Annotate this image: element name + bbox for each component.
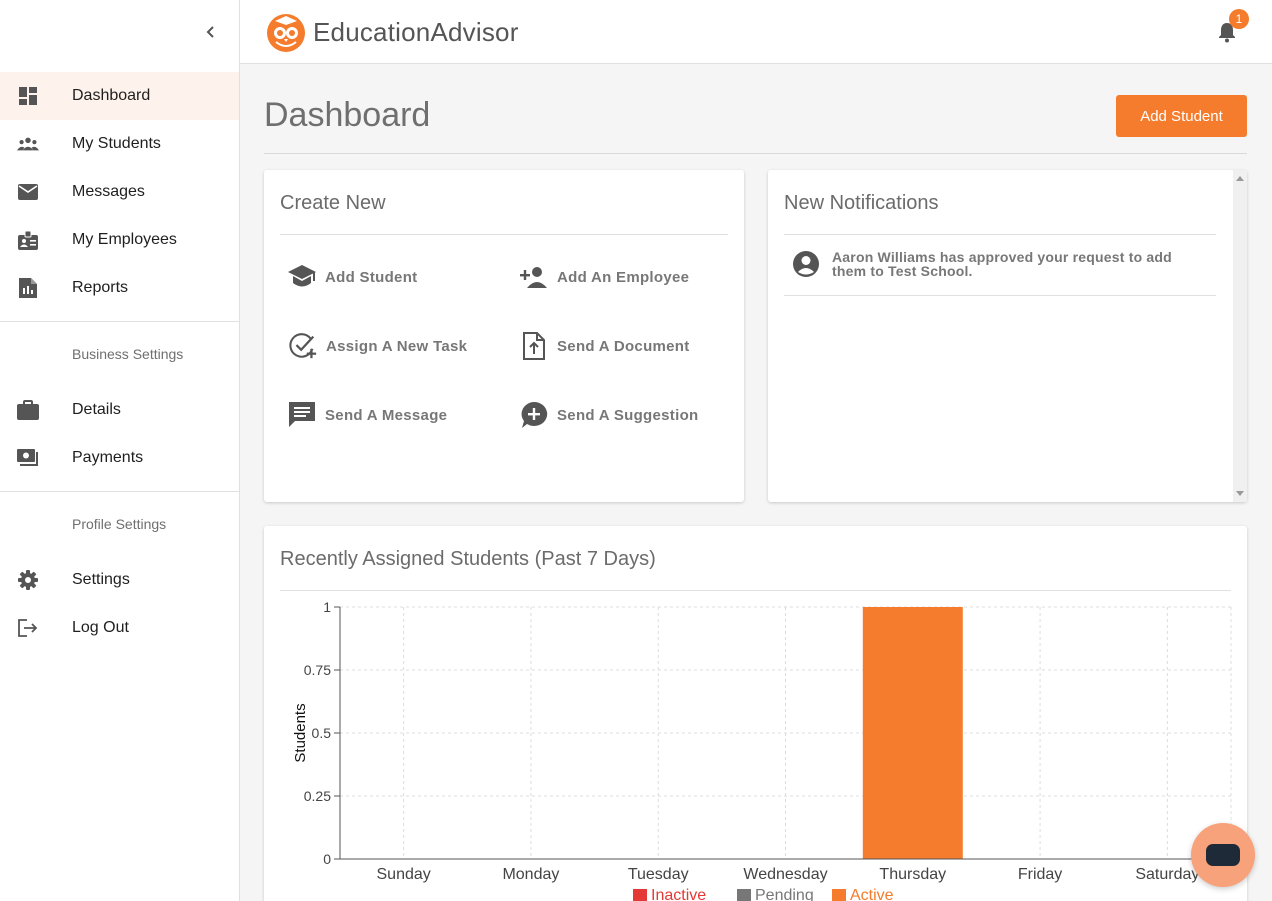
legend-swatch (737, 889, 751, 901)
notifications-card: New Notifications Aaron Williams has app… (768, 170, 1247, 502)
action-label: Send A Suggestion (557, 406, 699, 424)
gear-icon (17, 569, 39, 591)
scroll-up-arrow[interactable] (1236, 176, 1244, 181)
action-label: Add An Employee (557, 268, 690, 286)
assign-task-action[interactable]: Assign A New Task (288, 331, 467, 361)
group-icon (17, 133, 39, 155)
x-tick-label: Monday (502, 866, 559, 883)
person-add-icon (519, 262, 549, 292)
add-student-button[interactable]: Add Student (1116, 95, 1247, 137)
sidebar-item-my-employees[interactable]: My Employees (0, 216, 239, 264)
top-header: EducationAdvisor 1 (240, 0, 1272, 64)
title-divider (264, 153, 1247, 154)
y-tick-label: 0.5 (312, 725, 332, 741)
action-label: Send A Document (557, 337, 690, 355)
x-tick-label: Wednesday (743, 866, 827, 883)
sidebar-item-label: Payments (72, 449, 144, 466)
y-tick-label: 0.25 (304, 788, 331, 804)
action-label: Add Student (325, 268, 418, 286)
report-icon (17, 277, 39, 299)
send-document-action[interactable]: Send A Document (519, 331, 690, 361)
x-tick-label: Friday (1018, 866, 1062, 883)
sidebar-item-label: Messages (72, 183, 145, 200)
action-label: Send A Message (325, 406, 448, 424)
sidebar-item-settings[interactable]: Settings (0, 556, 239, 604)
legend-swatch (832, 889, 846, 901)
action-label: Assign A New Task (326, 337, 468, 355)
badge-icon (17, 229, 39, 251)
sidebar-item-label: Settings (72, 571, 130, 588)
card-divider (280, 590, 1231, 591)
mail-icon (17, 181, 39, 203)
sidebar: Dashboard My Students Messages My Employ… (0, 0, 240, 901)
profile-settings-heading: Profile Settings (72, 516, 167, 532)
sidebar-item-my-students[interactable]: My Students (0, 120, 239, 168)
dashboard-icon (17, 85, 39, 107)
x-tick-label: Saturday (1135, 866, 1199, 883)
y-axis-label: Students (292, 703, 309, 762)
y-tick-label: 0.75 (304, 662, 331, 678)
x-tick-label: Tuesday (628, 866, 689, 883)
sidebar-item-label: My Students (72, 135, 161, 152)
account-circle-icon (793, 251, 819, 277)
school-cap-icon (287, 262, 317, 292)
task-add-icon (288, 331, 318, 361)
legend-swatch (633, 889, 647, 901)
document-upload-icon (519, 331, 549, 361)
sidebar-item-log-out[interactable]: Log Out (0, 604, 239, 652)
notification-item[interactable]: Aaron Williams has approved your request… (784, 234, 1216, 296)
collapse-sidebar-button[interactable] (199, 20, 223, 44)
send-message-action[interactable]: Send A Message (287, 400, 447, 430)
page-title: Dashboard (264, 96, 431, 134)
sidebar-item-payments[interactable]: Payments (0, 434, 239, 482)
y-tick-label: 0 (323, 851, 331, 867)
brand-name: EducationAdvisor (313, 17, 519, 48)
chat-fab-button[interactable] (1191, 823, 1255, 887)
chevron-left-icon (206, 26, 214, 38)
sidebar-item-details[interactable]: Details (0, 386, 239, 434)
create-new-title: Create New (280, 192, 386, 214)
add-student-action[interactable]: Add Student (287, 262, 417, 292)
notification-count-badge: 1 (1229, 9, 1249, 29)
scroll-down-arrow[interactable] (1236, 491, 1244, 496)
create-new-card: Create New Add Student Add An Employee A… (264, 170, 744, 502)
brand-logo[interactable]: EducationAdvisor (265, 12, 519, 52)
logout-icon (17, 617, 39, 639)
notifications-title: New Notifications (784, 192, 939, 214)
sidebar-item-messages[interactable]: Messages (0, 168, 239, 216)
brand-part-advisor: Advisor (430, 16, 519, 47)
recent-students-chart-card: Recently Assigned Students (Past 7 Days)… (264, 526, 1247, 901)
students-bar-chart: 0 0.25 0.5 0.75 1 Sunday Monday Tuesday Wednesda… (292, 599, 1232, 901)
chart-card-title: Recently Assigned Students (Past 7 Days) (280, 548, 656, 570)
sidebar-item-reports[interactable]: Reports (0, 264, 239, 312)
sidebar-top (0, 0, 239, 64)
bar-active (862, 607, 963, 859)
y-tick-label: 1 (323, 599, 331, 615)
add-employee-action[interactable]: Add An Employee (519, 262, 689, 292)
briefcase-icon (17, 399, 39, 421)
payments-icon (17, 447, 39, 469)
notification-text: Aaron Williams has approved your request… (832, 249, 1172, 279)
legend-label: Inactive (651, 887, 706, 901)
send-suggestion-action[interactable]: Send A Suggestion (519, 400, 699, 430)
notifications-scrollbar[interactable] (1233, 170, 1247, 502)
business-settings-heading: Business Settings (72, 346, 184, 362)
message-icon (287, 400, 317, 430)
legend-label: Active (850, 887, 894, 901)
sidebar-item-label: Details (72, 401, 121, 418)
main-content: Dashboard Add Student Create New Add Stu… (240, 64, 1272, 901)
chat-icon (1206, 844, 1240, 866)
sidebar-item-label: My Employees (72, 231, 177, 248)
brand-part-education: Education (313, 16, 431, 47)
sidebar-item-label: Reports (72, 279, 129, 296)
owl-logo-icon (267, 14, 305, 52)
sidebar-item-label: Dashboard (72, 87, 151, 104)
x-tick-label: Thursday (879, 866, 946, 883)
sidebar-item-label: Log Out (72, 619, 129, 636)
legend-label: Pending (755, 887, 814, 901)
card-divider (280, 234, 728, 235)
x-tick-label: Sunday (377, 866, 431, 883)
suggestion-icon (519, 400, 549, 430)
sidebar-item-dashboard[interactable]: Dashboard (0, 72, 239, 120)
